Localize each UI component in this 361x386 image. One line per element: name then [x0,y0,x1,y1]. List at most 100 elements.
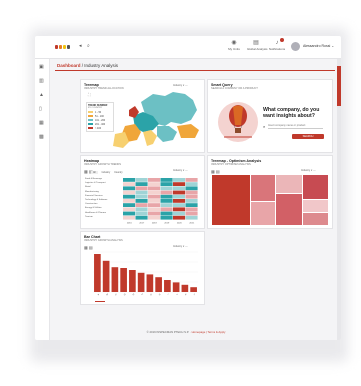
heatmap-cell[interactable] [185,215,198,220]
heatmap-cell[interactable] [160,207,173,212]
heatmap-cell[interactable] [185,199,198,203]
heatmap-cell[interactable] [173,182,186,186]
chart-icon[interactable]: ▥ [39,78,44,84]
treemap-cell[interactable] [303,175,328,199]
heatmap-cell[interactable] [173,199,186,203]
heatmap-cell[interactable] [160,194,173,199]
heatmap-cell[interactable] [185,203,198,207]
heatmap-cell[interactable] [123,190,136,195]
company-search-input[interactable] [268,123,323,129]
heatmap-cell[interactable] [123,178,136,182]
heatmap-cell[interactable] [160,182,173,186]
heatmap-cell[interactable] [148,211,161,216]
heatmap-cell[interactable] [185,186,198,191]
user-menu[interactable]: Alessandro Rossi ⌄ [303,44,334,48]
heatmap-cell[interactable] [160,211,173,216]
home-icon[interactable]: ▣ [39,64,44,70]
heatmap-cell[interactable] [173,203,186,207]
treemap-cell[interactable] [276,194,302,225]
treemap-cell[interactable] [276,175,302,193]
heatmap-cell[interactable] [160,203,173,207]
heatmap-cell[interactable] [123,194,136,199]
heatmap-cell[interactable] [173,207,186,212]
bar[interactable] [94,254,101,292]
bar[interactable] [129,270,136,292]
scrollbar-thumb[interactable] [337,66,341,106]
bar[interactable] [102,260,110,292]
heatmap-cell[interactable] [185,211,198,216]
bar[interactable] [146,274,154,292]
heatmap-cell[interactable] [173,186,186,191]
footer-links[interactable]: Homepage | Terms & Apply [192,330,226,334]
bar[interactable] [190,287,197,292]
nav-my-units[interactable]: ◉ My Units [225,39,243,51]
treemap-cell[interactable] [303,200,328,212]
treemap-cell[interactable] [251,202,275,225]
bar[interactable] [111,267,119,292]
treemap-cell[interactable] [303,213,328,225]
heatmap-cell[interactable] [160,190,173,195]
treemap-cell[interactable] [251,175,275,201]
heatmap-cell[interactable] [135,186,148,191]
bar[interactable] [137,272,145,292]
bar[interactable] [155,277,162,292]
heatmap-cell[interactable] [123,182,136,186]
heatmap-cell[interactable] [123,211,136,216]
document-icon[interactable]: ▯ [39,106,42,112]
map-region-east[interactable] [177,124,199,138]
heatmap-cell[interactable] [173,190,186,195]
breadcrumb-root[interactable]: Dashboard [57,63,81,68]
heatmap-cell[interactable] [148,203,161,207]
heatmap-cell[interactable] [148,186,161,191]
heatmap-cell[interactable] [135,194,148,199]
heatmap-cell[interactable] [123,207,136,212]
heatmap-cell[interactable] [123,186,136,191]
heatmap-cell[interactable] [160,199,173,203]
heatmap-cell[interactable] [123,215,136,220]
heatmap-cell[interactable] [135,178,148,182]
heatmap-cell[interactable] [185,190,198,195]
app-logo[interactable] [55,45,73,49]
avatar[interactable] [291,42,300,51]
heatmap-cell[interactable] [148,190,161,195]
heatmap-cell[interactable] [160,215,173,220]
heatmap-cell[interactable] [135,190,148,195]
bar[interactable] [164,280,171,292]
heatmap-cell[interactable] [148,178,161,182]
heatmap-cell[interactable] [160,186,173,191]
search-icon[interactable]: ⌕ [87,44,90,49]
heatmap-cell[interactable] [123,199,136,203]
calendar-icon[interactable]: ▦ [39,120,44,126]
heatmap-cell[interactable] [148,215,161,220]
map-region-italy[interactable] [143,130,157,146]
treemap-cell[interactable] [212,175,250,225]
bar[interactable] [172,282,180,292]
heatmap-cell[interactable] [173,215,186,220]
heatmap-cell[interactable] [135,199,148,203]
heatmap-cell[interactable] [148,194,161,199]
heatmap-cell[interactable] [135,215,148,220]
heatmap-cell[interactable] [135,207,148,212]
bar[interactable] [120,268,127,292]
heatmap-cell[interactable] [148,207,161,212]
heatmap-cell[interactable] [185,182,198,186]
grid-icon[interactable]: ▩ [39,134,44,140]
bar[interactable] [181,284,189,292]
heatmap-cell[interactable] [185,194,198,199]
upload-icon[interactable]: ▲ [39,92,44,98]
heatmap-cell[interactable] [148,182,161,186]
heatmap-cell[interactable] [160,178,173,182]
map-region-balkans[interactable] [157,126,177,142]
range-slider[interactable] [95,301,105,302]
heatmap-cell[interactable] [135,182,148,186]
heatmap-cell[interactable] [185,207,198,212]
back-arrow-icon[interactable]: ◂ [79,44,82,49]
heatmap-cell[interactable] [135,203,148,207]
heatmap-cell[interactable] [148,199,161,203]
heatmap-cell[interactable] [173,178,186,182]
heatmap-cell[interactable] [123,203,136,207]
nav-global-analysis[interactable]: ▤ Global Analysis [247,39,268,51]
search-button[interactable]: SEARCH [292,134,324,139]
heatmap-cell[interactable] [173,194,186,199]
heatmap-cell[interactable] [173,211,186,216]
